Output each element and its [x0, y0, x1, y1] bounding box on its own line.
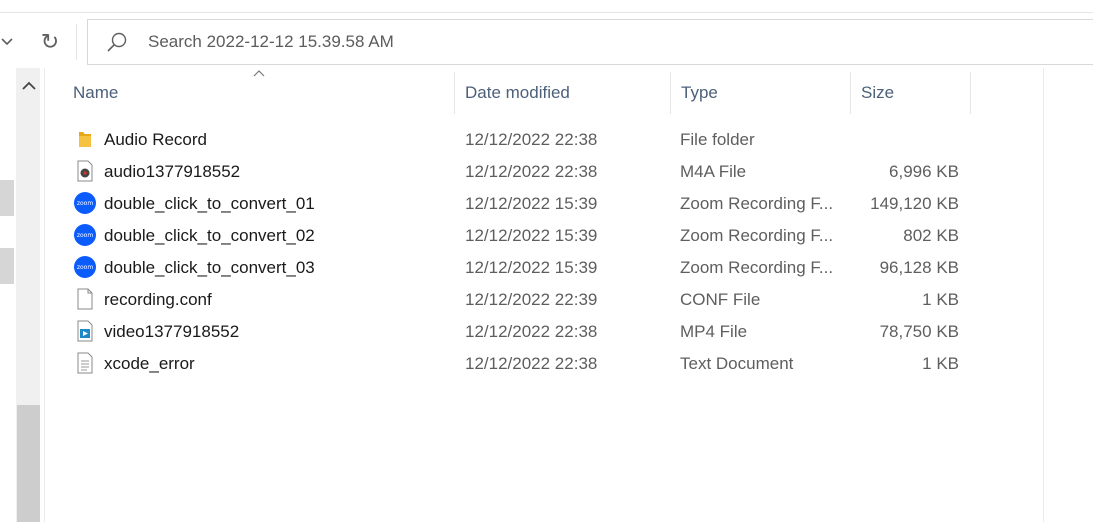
- file-name: double_click_to_convert_01: [104, 194, 315, 213]
- file-date-modified: 12/12/2022 15:39: [465, 194, 598, 213]
- nav-item-selected[interactable]: [0, 180, 14, 216]
- refresh-icon: ↻: [40, 29, 60, 54]
- zoom-icon: zoom: [73, 192, 97, 214]
- text-file-icon: [73, 352, 97, 374]
- file-date-modified: 12/12/2022 22:38: [465, 322, 598, 341]
- file-row[interactable]: video1377918552 12/12/2022 22:38 MP4 File 7…: [63, 315, 973, 347]
- zoom-badge-text: zoom: [74, 224, 96, 246]
- blank-file-icon: [73, 288, 97, 310]
- zoom-badge-text: zoom: [74, 192, 96, 214]
- folder-icon: [73, 128, 97, 150]
- file-type: File folder: [680, 130, 755, 149]
- file-date-modified: 12/12/2022 15:39: [465, 258, 598, 277]
- file-row[interactable]: zoom double_click_to_convert_03 12/12/2022…: [63, 251, 973, 283]
- nav-scroll-up-button[interactable]: [20, 72, 38, 100]
- file-type: Zoom Recording F...: [680, 194, 834, 213]
- file-date-modified: 12/12/2022 22:38: [465, 354, 598, 373]
- chevron-up-icon: [22, 81, 36, 90]
- refresh-button[interactable]: ↻: [36, 26, 64, 58]
- file-size: 6,996 KB: [889, 162, 959, 181]
- file-size: 96,128 KB: [879, 258, 959, 277]
- file-type: Text Document: [680, 354, 794, 373]
- file-name: audio1377918552: [104, 162, 241, 181]
- zoom-icon: zoom: [73, 256, 97, 278]
- file-row[interactable]: recording.conf 12/12/2022 22:39 CONF File 1…: [63, 283, 973, 315]
- recent-locations-button[interactable]: [0, 26, 14, 58]
- column-header-name[interactable]: Name: [63, 72, 455, 114]
- file-type: MP4 File: [680, 322, 748, 341]
- search-input[interactable]: [148, 20, 1048, 64]
- search-box[interactable]: [87, 19, 1093, 65]
- file-row[interactable]: Audio Record 12/12/2022 22:38 File folder: [63, 123, 973, 155]
- file-name: xcode_error: [104, 354, 195, 373]
- toolbar-divider: [76, 24, 77, 60]
- column-header-label: Type: [681, 83, 718, 102]
- file-date-modified: 12/12/2022 22:38: [465, 130, 598, 149]
- file-row[interactable]: zoom double_click_to_convert_01 12/12/2022…: [63, 187, 973, 219]
- pane-divider: [44, 68, 45, 522]
- chevron-down-icon: [1, 38, 13, 46]
- column-header-date-modified[interactable]: Date modified: [455, 72, 671, 114]
- column-header-label: Date modified: [465, 83, 570, 102]
- file-type: Zoom Recording F...: [680, 226, 834, 245]
- file-name: double_click_to_convert_03: [104, 258, 315, 277]
- file-size: 802 KB: [903, 226, 959, 245]
- zoom-badge-text: zoom: [74, 256, 96, 278]
- zoom-icon: zoom: [73, 224, 97, 246]
- nav-item-highlight[interactable]: [0, 248, 14, 284]
- file-row[interactable]: audio1377918552 12/12/2022 22:38 M4A File 6…: [63, 155, 973, 187]
- file-size: 1 KB: [922, 354, 959, 373]
- column-header-label: Size: [861, 83, 895, 102]
- file-name: video1377918552: [104, 322, 240, 341]
- file-size: 149,120 KB: [870, 194, 959, 213]
- file-name: recording.conf: [104, 290, 212, 309]
- file-row[interactable]: zoom double_click_to_convert_02 12/12/2022…: [63, 219, 973, 251]
- file-name: double_click_to_convert_02: [104, 226, 315, 245]
- audio-file-icon: [73, 160, 97, 182]
- file-date-modified: 12/12/2022 15:39: [465, 226, 598, 245]
- file-type: M4A File: [680, 162, 747, 181]
- file-name: Audio Record: [104, 130, 208, 149]
- nav-scrollbar-thumb[interactable]: [17, 405, 40, 522]
- pane-divider-right: [1043, 68, 1044, 522]
- file-size: 1 KB: [922, 290, 959, 309]
- file-type: CONF File: [680, 290, 761, 309]
- video-file-icon: [73, 320, 97, 342]
- file-row[interactable]: xcode_error 12/12/2022 22:38 Text Document…: [63, 347, 973, 379]
- column-header-type[interactable]: Type: [671, 72, 851, 114]
- file-size: 78,750 KB: [879, 322, 959, 341]
- top-divider: [0, 12, 1093, 13]
- file-date-modified: 12/12/2022 22:39: [465, 290, 598, 309]
- file-type: Zoom Recording F...: [680, 258, 834, 277]
- file-date-modified: 12/12/2022 22:38: [465, 162, 598, 181]
- column-header-label: Name: [73, 83, 119, 102]
- search-icon: [107, 32, 127, 52]
- column-header-size[interactable]: Size: [851, 72, 971, 114]
